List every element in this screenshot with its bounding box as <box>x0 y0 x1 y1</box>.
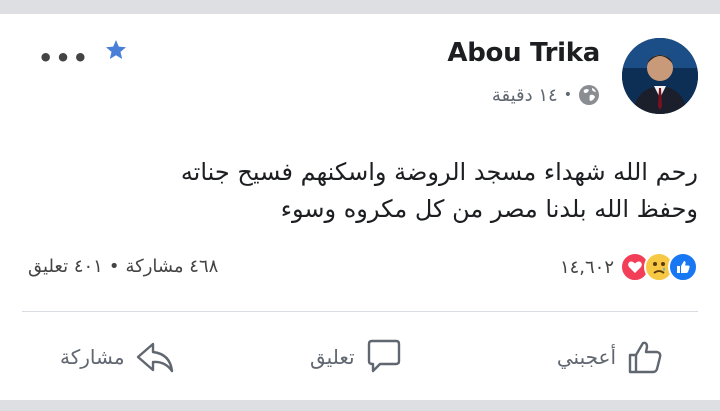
share-arrow-icon <box>135 338 175 376</box>
comment-bubble-icon <box>365 338 403 376</box>
divider <box>22 311 698 312</box>
like-button-label: أعجبني <box>556 345 616 369</box>
globe-icon <box>578 84 600 106</box>
post-text-line: وحفظ الله بلدنا مصر من كل مكروه وسوء <box>280 195 698 223</box>
reaction-count[interactable]: ١٤,٦٠٢ <box>560 257 614 278</box>
action-bar: أعجبني تعليق مشاركة <box>0 329 720 385</box>
comment-button-label: تعليق <box>310 345 355 369</box>
engagement-counts: ٤٠١ تعليق • ٤٦٨ مشاركة <box>28 256 218 277</box>
comment-button[interactable]: تعليق <box>310 329 403 385</box>
post-text-line: رحم الله شهداء مسجد الروضة واسكنهم فسيح … <box>180 158 698 186</box>
post-time[interactable]: ١٤ دقيقة <box>492 85 558 106</box>
avatar[interactable] <box>622 38 698 114</box>
author-name[interactable]: Abou Trika <box>447 38 600 68</box>
like-reaction-icon <box>668 252 698 282</box>
like-button[interactable]: أعجبني <box>557 329 664 385</box>
post-text: رحم الله شهداء مسجد الروضة واسكنهم فسيح … <box>38 154 698 228</box>
share-button-label: مشاركة <box>60 345 125 369</box>
share-count[interactable]: ٤٦٨ مشاركة <box>125 256 218 277</box>
post-stats: ١٤,٦٠٢ ٤٠١ تعليق • ٤٦٨ مشاركة <box>0 252 720 288</box>
thumbs-up-icon <box>626 338 664 376</box>
stats-separator: • <box>108 256 120 277</box>
share-button[interactable]: مشاركة <box>60 329 175 385</box>
reactions-summary[interactable]: ١٤,٦٠٢ <box>560 252 698 282</box>
post-card: Abou Trika ١٤ دقيقة • ••• رحم الله شهداء… <box>0 14 720 400</box>
meta-separator: • <box>563 87 572 103</box>
post-header: Abou Trika ١٤ دقيقة • ••• <box>0 14 720 114</box>
comment-count[interactable]: ٤٠١ تعليق <box>28 256 103 277</box>
post-meta: ١٤ دقيقة • <box>492 84 600 106</box>
more-options-icon[interactable]: ••• <box>38 44 90 72</box>
star-icon[interactable] <box>104 38 128 62</box>
